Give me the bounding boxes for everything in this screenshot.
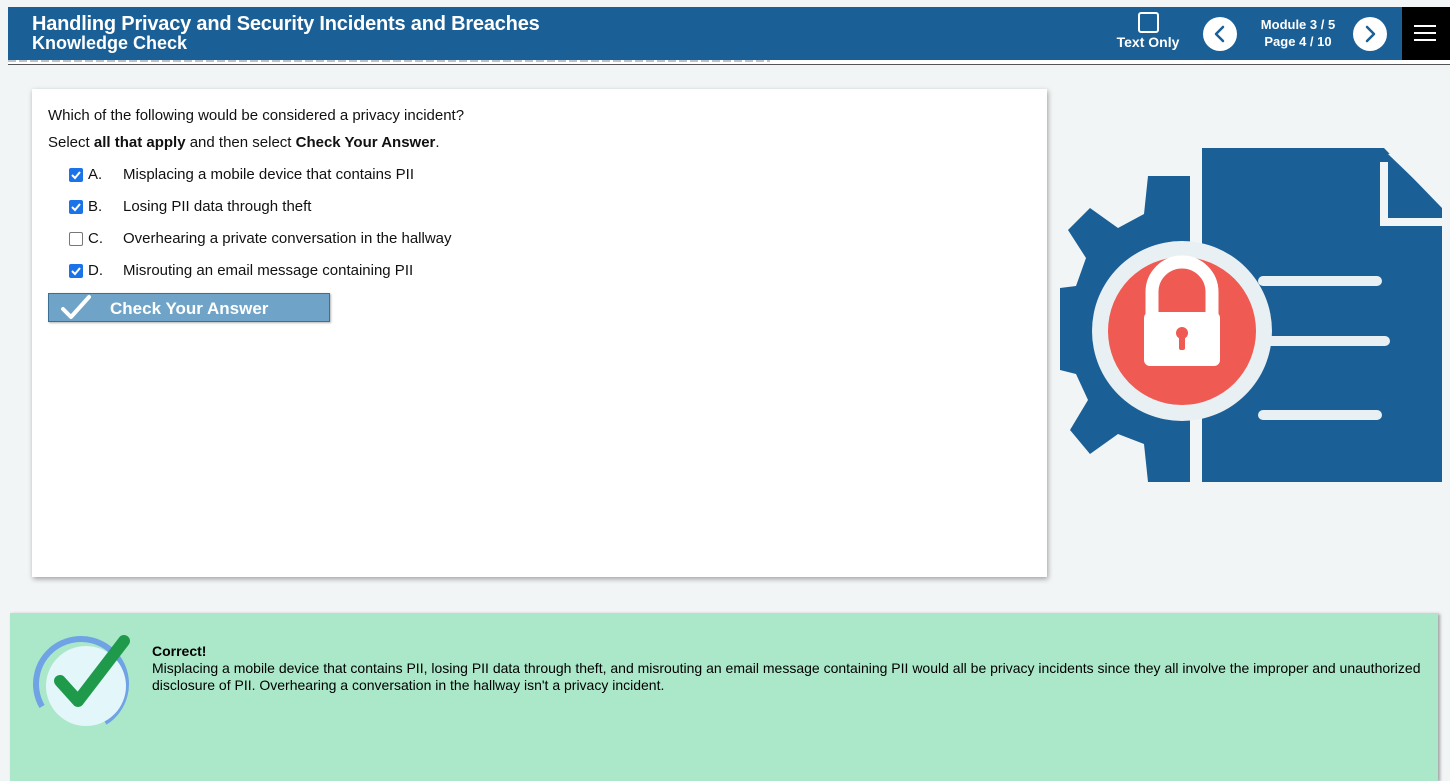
option-a-checkbox[interactable] [69,168,83,182]
feedback-panel: Correct! Misplacing a mobile device that… [10,613,1438,781]
instruction-emphasis: all that apply [93,134,186,151]
instruction-text: Select [48,134,94,151]
text-only-toggle[interactable]: Text Only [1115,12,1181,50]
checkmark-icon [71,267,81,276]
previous-page-button[interactable] [1203,17,1237,51]
gear-lock-document-icon [1058,148,1442,491]
progress-strip [8,60,1450,65]
chevron-left-icon [1214,25,1225,43]
checkmark-icon [61,295,91,319]
question-prompt: Which of the following would be consider… [48,107,465,124]
question-card: Which of the following would be consider… [32,89,1047,577]
option-letter: B. [88,198,103,215]
option-letter: C. [88,230,103,247]
option-text: Misplacing a mobile device that contains… [123,166,414,183]
option-letter: A. [88,166,103,183]
option-b-checkbox[interactable] [69,200,83,214]
text-only-label: Text Only [1116,34,1180,50]
instruction-text: and then select [185,134,296,151]
text-only-checkbox-icon[interactable] [1137,12,1159,33]
feedback-title: Correct! [152,643,207,659]
check-your-answer-button[interactable]: Check Your Answer [48,293,330,322]
header-titles: Handling Privacy and Security Incidents … [32,13,540,53]
option-d-checkbox[interactable] [69,264,83,278]
course-title: Handling Privacy and Security Incidents … [32,13,540,35]
menu-button[interactable] [1402,7,1450,60]
page-counter: Page 4 / 10 [1264,34,1332,49]
hamburger-menu-icon-bar [1414,39,1436,41]
correct-checkmark-icon [33,635,130,732]
hamburger-menu-icon-bar [1414,32,1436,34]
feedback-text: Misplacing a mobile device that contains… [152,660,1421,693]
checkmark-icon [71,203,81,212]
option-letter: D. [88,262,103,279]
course-header: Handling Privacy and Security Incidents … [8,7,1450,60]
checkmark-icon [71,171,81,180]
option-text: Misrouting an email message containing P… [123,262,414,279]
option-text: Overhearing a private conversation in th… [123,230,452,247]
option-text: Losing PII data through theft [123,198,312,215]
module-counter: Module 3 / 5 [1260,17,1336,32]
module-page-indicator: Module 3 / 5 Page 4 / 10 [1253,16,1343,50]
option-c-checkbox[interactable] [69,232,83,246]
hamburger-menu-icon [1414,25,1436,27]
instruction-emphasis: Check Your Answer [295,134,436,151]
next-page-button[interactable] [1353,17,1387,51]
page-title: Knowledge Check [32,33,188,53]
instruction-text: . [435,134,440,151]
check-your-answer-label: Check Your Answer [110,299,269,318]
chevron-right-icon [1365,25,1376,43]
progress-dashes [8,60,770,62]
question-instruction: Select all that apply and then select Ch… [48,134,440,151]
